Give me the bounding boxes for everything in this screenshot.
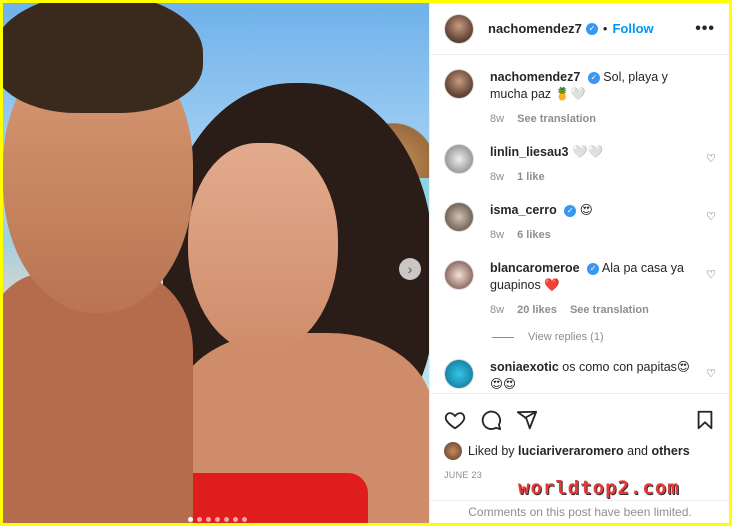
verified-badge-icon: ✓: [587, 71, 600, 84]
commenter-avatar[interactable]: [444, 202, 474, 232]
comment-text: 😍: [579, 203, 593, 217]
caption-username[interactable]: nachomendez7: [490, 70, 580, 84]
liker-avatar[interactable]: [444, 442, 462, 460]
watermark: worldtop2.com: [518, 477, 680, 499]
author-avatar[interactable]: [444, 69, 474, 99]
comment-item: blancaromeroe ✓ Ala pa casa ya guapinos …: [444, 260, 716, 319]
carousel-dots: [188, 517, 247, 522]
comment-like-heart-icon[interactable]: ♡: [706, 367, 716, 380]
comment-like-heart-icon[interactable]: ♡: [706, 210, 716, 223]
comment-username[interactable]: isma_cerro: [490, 203, 557, 217]
post-actions: Liked by luciariveraromero and others JU…: [430, 393, 729, 480]
see-translation-link[interactable]: See translation: [517, 113, 596, 125]
view-replies-label[interactable]: View replies (1): [528, 331, 604, 343]
post-photo[interactable]: ›: [3, 3, 429, 523]
comment-likes[interactable]: 6 likes: [517, 229, 551, 241]
likes-prefix: Liked by: [468, 444, 515, 458]
comment-username[interactable]: soniaexotic: [490, 360, 559, 374]
next-image-arrow-icon[interactable]: ›: [399, 258, 421, 280]
commenter-avatar[interactable]: [444, 260, 474, 290]
photo-woman-face: [188, 143, 338, 353]
carousel-dot: [206, 517, 211, 522]
comment-age: 8w: [490, 304, 505, 316]
post-frame: › nachomendez7 ✓ • Follow ••• nachomende…: [3, 3, 729, 523]
liker-username[interactable]: luciariveraromero: [518, 444, 624, 458]
carousel-dot: [224, 517, 229, 522]
author-username[interactable]: nachomendez7: [488, 21, 582, 36]
comment-username[interactable]: blancaromeroe: [490, 261, 580, 275]
carousel-dot: [215, 517, 220, 522]
comment-item: linlin_liesau3 🤍🤍 8w 1 like ♡: [444, 144, 716, 186]
bookmark-icon[interactable]: [694, 409, 716, 431]
more-options-icon[interactable]: •••: [695, 20, 715, 38]
comment-age: 8w: [490, 229, 505, 241]
photo-man-hair: [3, 3, 203, 113]
view-replies[interactable]: View replies (1): [492, 331, 716, 343]
comment-likes[interactable]: 20 likes: [517, 304, 557, 316]
commenter-avatar[interactable]: [444, 144, 474, 174]
caption-age: 8w: [490, 113, 505, 125]
heart-icon[interactable]: [444, 409, 466, 431]
comments-limited-notice: Comments on this post have been limited.: [430, 500, 729, 523]
commenter-avatar[interactable]: [444, 359, 474, 389]
carousel-dot: [233, 517, 238, 522]
comment-icon[interactable]: [480, 409, 502, 431]
carousel-dot: [188, 517, 193, 522]
comment-username[interactable]: linlin_liesau3: [490, 145, 569, 159]
comment-item: soniaexotic os como con papitas😍 😍😍 ♡: [444, 359, 716, 393]
comment-text: 🤍🤍: [572, 145, 604, 159]
comment-likes[interactable]: 1 like: [517, 171, 545, 183]
comment-like-heart-icon[interactable]: ♡: [706, 152, 716, 165]
author-avatar[interactable]: [444, 13, 474, 44]
verified-badge-icon: ✓: [585, 22, 598, 35]
comments-list[interactable]: nachomendez7 ✓ Sol, playa y mucha paz 🍍🤍…: [430, 55, 729, 393]
follow-button[interactable]: Follow: [612, 21, 653, 36]
likes-summary: Liked by luciariveraromero and others: [444, 442, 716, 460]
carousel-dot: [242, 517, 247, 522]
photo-swimsuit: [168, 473, 368, 523]
see-translation-link[interactable]: See translation: [570, 304, 649, 316]
comment-item: isma_cerro ✓ 😍 8w 6 likes ♡: [444, 202, 716, 244]
likes-others-link[interactable]: others: [651, 444, 689, 458]
caption: nachomendez7 ✓ Sol, playa y mucha paz 🍍🤍…: [444, 69, 716, 128]
post-header: nachomendez7 ✓ • Follow •••: [430, 3, 729, 55]
share-icon[interactable]: [516, 409, 538, 431]
verified-badge-icon: ✓: [587, 262, 600, 275]
comment-like-heart-icon[interactable]: ♡: [706, 268, 716, 281]
comment-age: 8w: [490, 171, 505, 183]
post-side-panel: nachomendez7 ✓ • Follow ••• nachomendez7…: [429, 3, 729, 523]
replies-divider: [492, 336, 514, 338]
likes-and: and: [627, 444, 648, 458]
carousel-dot: [197, 517, 202, 522]
verified-badge-icon: ✓: [564, 204, 577, 217]
separator-dot: •: [602, 21, 608, 36]
